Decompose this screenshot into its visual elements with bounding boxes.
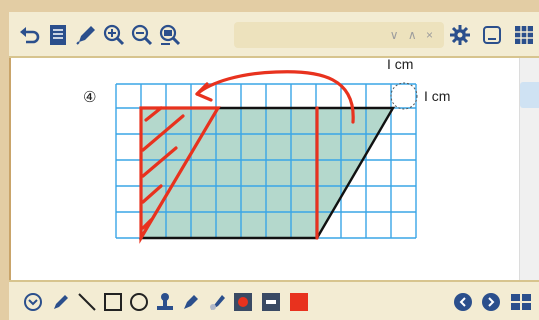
- undo-icon[interactable]: [17, 22, 43, 48]
- film-icon[interactable]: [259, 290, 283, 314]
- minimize-icon[interactable]: [479, 22, 505, 48]
- search-controls[interactable]: ∨ ∧ ×: [390, 28, 436, 42]
- record-icon[interactable]: [231, 290, 255, 314]
- page-list-icon[interactable]: [45, 22, 71, 48]
- scale-label-right: I cm: [424, 88, 451, 104]
- side-panel-tab[interactable]: [520, 82, 539, 108]
- zoom-out-icon[interactable]: [129, 22, 155, 48]
- circle-tool-icon[interactable]: [127, 290, 151, 314]
- drawing-canvas[interactable]: ④ I cm I cm: [11, 56, 539, 280]
- top-toolbar: ∨ ∧ ×: [9, 12, 539, 58]
- line-tool-icon[interactable]: [75, 290, 99, 314]
- rectangle-tool-icon[interactable]: [101, 290, 125, 314]
- pen-icon[interactable]: [73, 22, 99, 48]
- layout-icon[interactable]: [509, 290, 533, 314]
- next-page-icon[interactable]: [479, 290, 503, 314]
- zoom-in-icon[interactable]: [101, 22, 127, 48]
- menu-expand-icon[interactable]: [21, 290, 45, 314]
- grid-icon[interactable]: [511, 22, 537, 48]
- marker-tool-icon[interactable]: [179, 290, 203, 314]
- bottom-toolbar: [9, 280, 539, 320]
- pen-tool-icon[interactable]: [49, 290, 73, 314]
- zoom-fit-icon[interactable]: [157, 22, 183, 48]
- stamp-tool-icon[interactable]: [153, 290, 177, 314]
- red-color-swatch[interactable]: [287, 290, 311, 314]
- problem-number: ④: [83, 89, 97, 106]
- scale-label-top: I cm: [387, 56, 414, 72]
- search-input[interactable]: ∨ ∧ ×: [234, 22, 444, 48]
- prev-page-icon[interactable]: [451, 290, 475, 314]
- gear-icon[interactable]: [447, 22, 473, 48]
- eraser-tool-icon[interactable]: [205, 290, 229, 314]
